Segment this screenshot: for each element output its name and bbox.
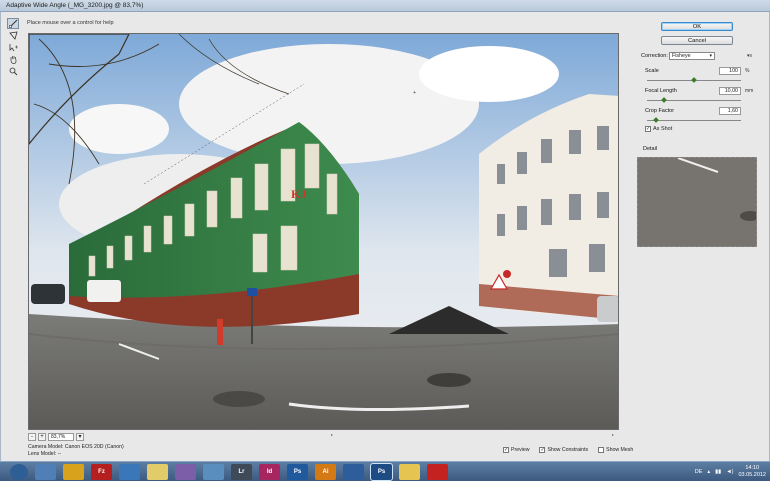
taskbar-apps: Fz Lr Id Ps Ai Ps	[10, 462, 448, 481]
as-shot-checkbox[interactable]: ✓ As Shot	[645, 126, 672, 132]
crop-factor-input[interactable]: 1,60	[719, 107, 741, 115]
show-mesh-checkbox[interactable]: Show Mesh	[598, 447, 633, 453]
view-options: ✓ Preview ✓ Show Constraints Show Mesh	[503, 447, 633, 453]
notes-icon[interactable]	[147, 463, 168, 480]
network-icon[interactable]: ▮▮	[715, 469, 721, 475]
settings-panel: OK Cancel Correction: Fisheye ▾ ▾≡ Scale…	[631, 12, 766, 452]
help-hint: Place mouse over a control for help	[27, 20, 114, 26]
correction-label: Correction:	[641, 53, 668, 59]
after-effects-icon[interactable]	[175, 463, 196, 480]
detail-preview	[637, 157, 757, 247]
chrome-icon[interactable]	[63, 463, 84, 480]
folder-icon[interactable]	[399, 463, 420, 480]
scroll-right-end-icon[interactable]: ▸	[612, 432, 614, 437]
detail-label: Detail	[643, 146, 658, 152]
lens-model: Lens Model: --	[28, 450, 62, 457]
cancel-button[interactable]: Cancel	[661, 36, 733, 45]
preview-check-icon: ✓	[503, 447, 509, 453]
zoom-in-button[interactable]: +	[38, 432, 46, 441]
show-constraints-check-icon: ✓	[539, 447, 546, 453]
zoom-level-field[interactable]: 83,7%	[48, 432, 74, 441]
show-constraints-checkbox[interactable]: ✓ Show Constraints	[539, 447, 588, 453]
svg-text:+: +	[413, 90, 416, 96]
panel-menu-icon[interactable]: ▾≡	[747, 53, 752, 59]
adaptive-wide-angle-dialog: Place mouse over a control for help KJ +…	[0, 12, 770, 461]
show-constraints-label: Show Constraints	[547, 447, 589, 453]
focal-length-label: Focal Length	[645, 88, 677, 94]
filezilla-icon[interactable]: Fz	[91, 463, 112, 480]
lightroom-icon[interactable]: Lr	[231, 463, 252, 480]
correction-value: Fisheye	[672, 53, 691, 59]
indesign-icon[interactable]: Id	[259, 463, 280, 480]
scale-label: Scale	[645, 68, 659, 74]
system-tray: DE ▴ ▮▮ ◄) 14:10 03.05.2012	[695, 463, 766, 481]
windows-taskbar: Fz Lr Id Ps Ai Ps DE ▴ ▮▮ ◄) 14:10 03.05.2012	[0, 461, 770, 481]
focal-length-slider-knob[interactable]	[661, 97, 667, 103]
polygon-constraint-tool-icon[interactable]	[7, 30, 19, 41]
photoshop-cs-icon[interactable]: Ps	[287, 463, 308, 480]
scale-slider-knob[interactable]	[691, 77, 697, 83]
zoom-controls: - + 83,7% ▾	[28, 432, 84, 441]
correction-select[interactable]: Fisheye ▾	[669, 52, 715, 60]
explorer-icon[interactable]	[35, 463, 56, 480]
crop-factor-slider[interactable]	[647, 117, 741, 123]
clock-time: 14:10	[745, 465, 760, 471]
clock[interactable]: 14:10 03.05.2012	[738, 465, 766, 479]
camera-model: Camera Model: Canon EOS 20D (Canon)	[28, 444, 124, 450]
focal-length-input[interactable]: 10,00	[719, 87, 741, 95]
scroll-right-icon[interactable]: ▸	[331, 432, 333, 437]
zoom-dropdown-icon[interactable]: ▾	[76, 432, 84, 441]
illustrator-icon[interactable]: Ai	[315, 463, 336, 480]
language-indicator[interactable]: DE	[695, 469, 703, 475]
tray-arrow-icon[interactable]: ▴	[707, 469, 710, 475]
window-title: Adaptive Wide Angle (_MG_3200.jpg @ 83,7…	[6, 2, 144, 9]
zoom-out-button[interactable]: -	[28, 432, 36, 441]
acrobat-icon[interactable]	[427, 463, 448, 480]
focal-length-unit: mm	[745, 88, 754, 94]
thunderbird-icon[interactable]	[119, 463, 140, 480]
start-button-icon[interactable]	[10, 463, 28, 480]
preview-label: Preview	[511, 447, 530, 453]
as-shot-check-icon: ✓	[645, 126, 651, 132]
image-preview-canvas[interactable]: KJ +	[28, 33, 619, 430]
show-mesh-check-icon	[598, 447, 605, 453]
crop-factor-slider-knob[interactable]	[653, 117, 660, 123]
scale-slider[interactable]	[647, 77, 741, 83]
chevron-down-icon: ▾	[709, 53, 712, 59]
as-shot-label: As Shot	[653, 126, 673, 132]
constraint-tool-icon[interactable]	[7, 18, 19, 29]
scale-unit: %	[745, 68, 750, 74]
show-mesh-label: Show Mesh	[606, 447, 634, 453]
preview-checkbox[interactable]: ✓ Preview	[503, 447, 529, 453]
focal-length-slider[interactable]	[647, 97, 741, 103]
zoom-tool-icon[interactable]	[7, 66, 19, 77]
image-viewer-icon[interactable]	[203, 463, 224, 480]
ok-button[interactable]: OK	[661, 22, 733, 31]
move-tool-icon[interactable]	[7, 42, 19, 53]
svg-text:KJ: KJ	[291, 187, 306, 201]
media-icon[interactable]	[343, 463, 364, 480]
volume-icon[interactable]: ◄)	[726, 469, 733, 475]
scale-input[interactable]: 100	[719, 67, 741, 75]
tool-panel	[7, 18, 21, 78]
camera-info: Camera Model: Canon EOS 20D (Canon) Lens…	[28, 444, 124, 457]
title-bar: Adaptive Wide Angle (_MG_3200.jpg @ 83,7…	[0, 0, 770, 12]
clock-date: 03.05.2012	[738, 472, 766, 478]
crop-factor-label: Crop Factor	[645, 108, 675, 114]
hand-tool-icon[interactable]	[7, 54, 19, 65]
photoshop-active-icon[interactable]: Ps	[370, 462, 393, 481]
